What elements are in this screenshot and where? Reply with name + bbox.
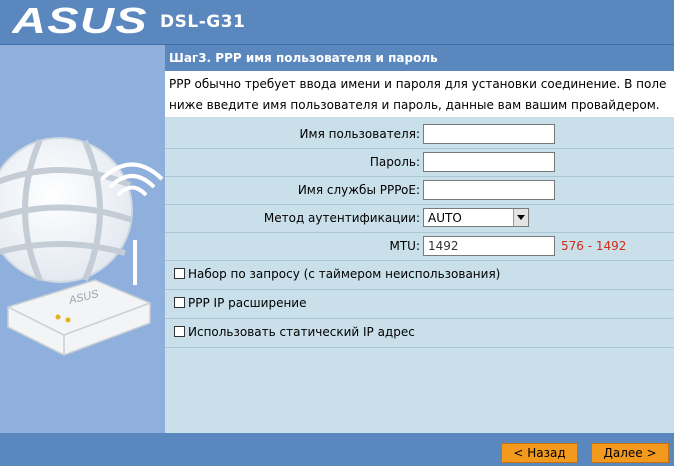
username-row: Имя пользователя:	[165, 121, 674, 149]
static-ip-checkbox[interactable]	[174, 326, 185, 337]
chevron-down-icon[interactable]	[513, 209, 528, 226]
pppoe-service-row: Имя службы PPPoE:	[165, 177, 674, 205]
username-label: Имя пользователя:	[299, 127, 420, 141]
model-name: DSL-G31	[160, 12, 246, 32]
footer-bar: < Назад Далее >	[0, 433, 674, 466]
ppp-ip-extension-checkbox[interactable]	[174, 297, 185, 308]
ppp-ip-extension-label: PPP IP расширение	[188, 296, 307, 310]
ppp-ip-extension-row: PPP IP расширение	[165, 290, 674, 319]
pppoe-service-input[interactable]	[423, 180, 555, 200]
auth-method-row: Метод аутентификации: AUTO	[165, 205, 674, 233]
router-icon: ASUS	[7, 279, 151, 356]
mtu-range: 576 - 1492	[561, 239, 627, 253]
wizard-panel: Шаг3. PPP имя пользователя и пароль PPP …	[165, 45, 674, 433]
asus-logo: ASUS	[11, 0, 152, 46]
static-ip-row: Использовать статический IP адрес	[165, 319, 674, 348]
next-button[interactable]: Далее >	[591, 443, 669, 463]
dial-on-demand-checkbox[interactable]	[174, 268, 185, 279]
step-title: Шаг3. PPP имя пользователя и пароль	[165, 45, 674, 71]
mtu-row: MTU: 1492 576 - 1492	[165, 233, 674, 261]
pppoe-service-label: Имя службы PPPoE:	[297, 183, 420, 197]
dial-on-demand-label: Набор по запросу (с таймером неиспользов…	[188, 267, 501, 281]
static-ip-label: Использовать статический IP адрес	[188, 325, 415, 339]
auth-method-label: Метод аутентификации:	[263, 211, 420, 225]
password-input[interactable]	[423, 152, 555, 172]
dial-on-demand-row: Набор по запросу (с таймером неиспользов…	[165, 261, 674, 290]
mtu-label: MTU:	[389, 239, 420, 253]
password-row: Пароль:	[165, 149, 674, 177]
globe-icon	[0, 137, 133, 283]
router-illustration: ASUS	[0, 45, 165, 433]
username-input[interactable]	[423, 124, 555, 144]
auth-method-select[interactable]: AUTO	[423, 208, 529, 227]
back-button[interactable]: < Назад	[501, 443, 578, 463]
svg-text:ASUS: ASUS	[12, 2, 148, 41]
header-bar: ASUS DSL-G31	[0, 0, 674, 45]
mtu-input[interactable]: 1492	[423, 236, 555, 256]
auth-method-value: AUTO	[428, 211, 462, 225]
password-label: Пароль:	[369, 155, 420, 169]
step-description: PPP обычно требует ввода имени и пароля …	[165, 71, 674, 117]
